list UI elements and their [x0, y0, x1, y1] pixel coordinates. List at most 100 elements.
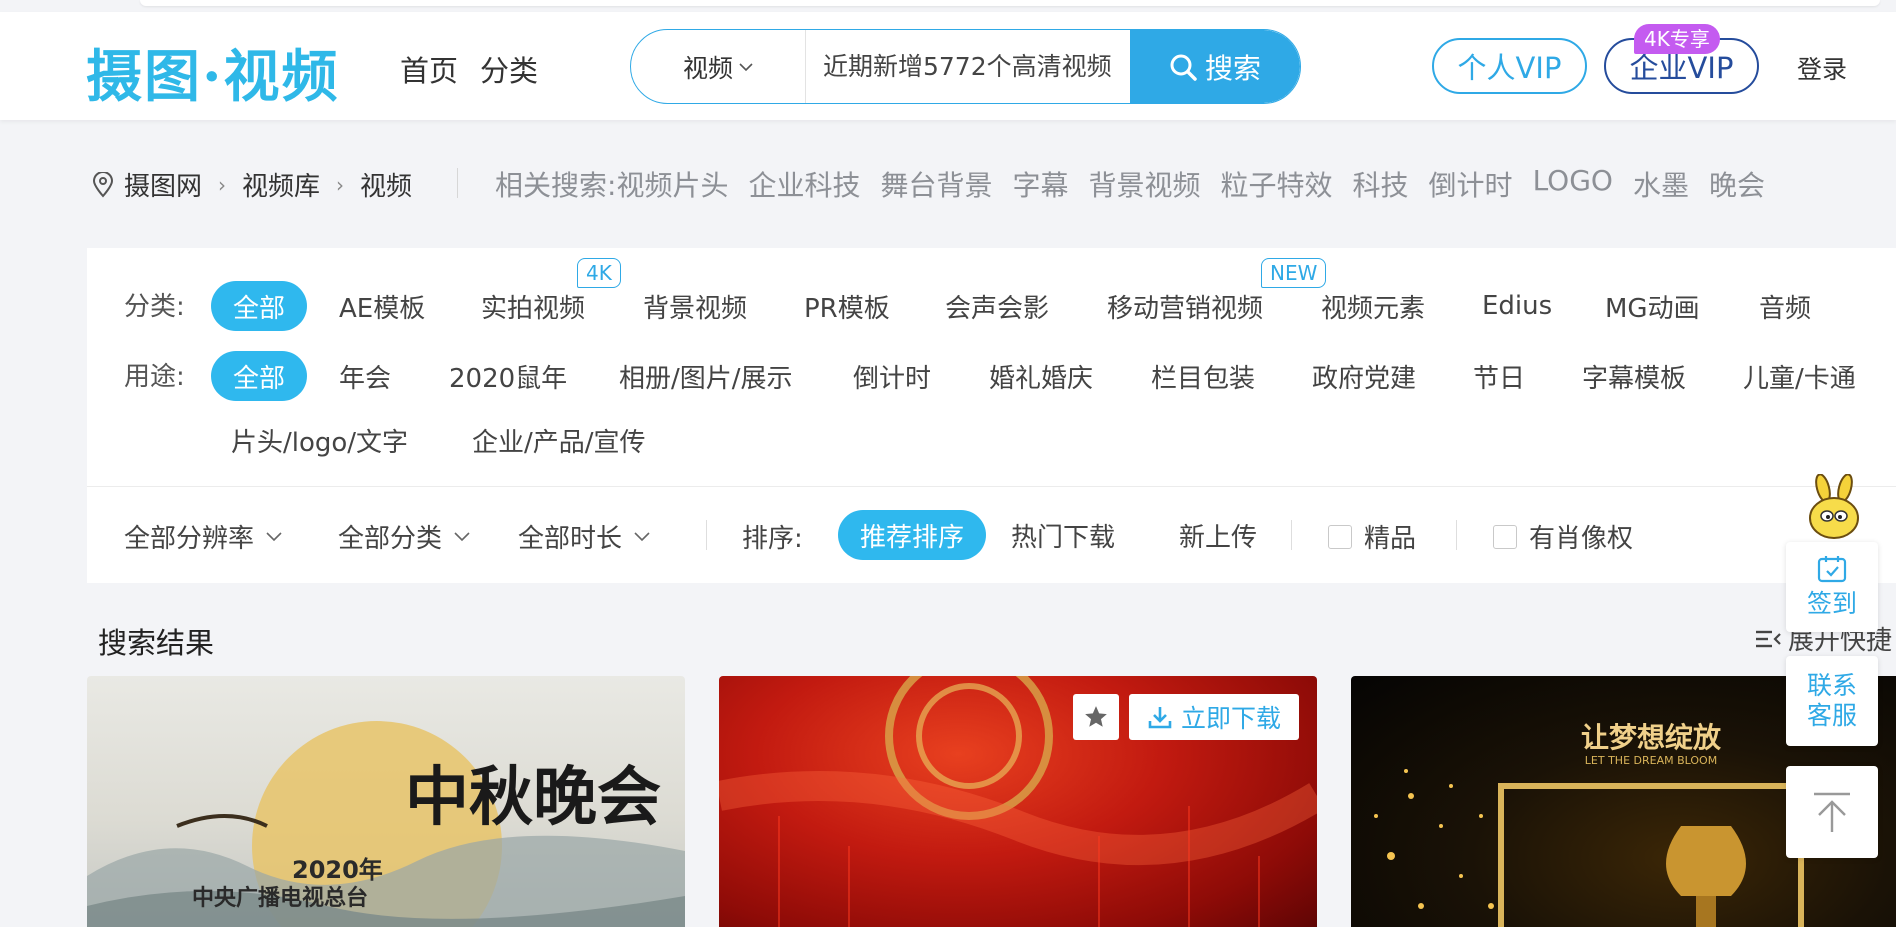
usage-program-package[interactable]: 栏目包装	[1151, 351, 1255, 401]
nav-category[interactable]: 分类	[480, 48, 538, 90]
usage-label: 用途:	[124, 362, 185, 392]
related-link[interactable]: 舞台背景	[880, 164, 992, 204]
checkin-label: 签到	[1806, 589, 1857, 618]
category-background-video[interactable]: 背景视频	[643, 281, 747, 331]
category-video-elements[interactable]: 视频元素	[1321, 281, 1425, 331]
results-title: 搜索结果	[98, 626, 215, 660]
filter-panel: 分类: 全部 AE模板 实拍视频 4K 背景视频 PR模板 会声会影 移动营销视…	[87, 248, 1896, 583]
breadcrumb-home[interactable]: 摄图网	[124, 166, 202, 203]
login-link[interactable]: 登录	[1797, 50, 1847, 86]
search-type-select[interactable]: 视频	[631, 30, 806, 103]
vip-4k-badge: 4K专享	[1634, 24, 1720, 54]
related-link[interactable]: 晚会	[1709, 164, 1765, 204]
search-input[interactable]	[807, 30, 1132, 103]
sort-label: 排序:	[742, 524, 803, 554]
related-link[interactable]: 水墨	[1633, 164, 1689, 204]
checkbox-box[interactable]	[1493, 524, 1517, 549]
nav-home[interactable]: 首页	[400, 48, 458, 90]
customer-service-label: 联系客服	[1806, 671, 1857, 730]
chevron-right-icon: ›	[218, 172, 227, 197]
divider	[1291, 520, 1292, 550]
related-link[interactable]: 科技	[1353, 164, 1409, 204]
premium-checkbox[interactable]: 精品	[1328, 518, 1416, 555]
video-card[interactable]: 立即下载	[719, 676, 1317, 927]
usage-countdown[interactable]: 倒计时	[853, 351, 931, 401]
breadcrumb: 摄图网 › 视频库 › 视频	[92, 166, 412, 203]
related-link[interactable]: LOGO	[1533, 164, 1613, 204]
calendar-icon	[1817, 556, 1847, 583]
related-label: 相关搜索:	[495, 169, 617, 202]
category-mg-animation[interactable]: MG动画	[1605, 281, 1700, 331]
category-edius[interactable]: Edius	[1482, 281, 1552, 331]
related-link[interactable]: 背景视频	[1089, 164, 1201, 204]
star-icon	[1085, 706, 1107, 727]
checkin-button[interactable]: 签到	[1786, 542, 1878, 632]
breadcrumb-divider	[457, 168, 458, 198]
usage-subtitle-template[interactable]: 字幕模板	[1582, 351, 1686, 401]
divider	[706, 520, 707, 550]
resolution-dropdown[interactable]: 全部分辨率	[124, 518, 282, 555]
site-logo[interactable]: 摄图·视频	[86, 32, 340, 113]
sort-recommended[interactable]: 推荐排序	[838, 510, 987, 560]
usage-kids-cartoon[interactable]: 儿童/卡通	[1743, 351, 1856, 401]
usage-all[interactable]: 全部	[211, 351, 308, 401]
related-link[interactable]: 粒子特效	[1221, 164, 1333, 204]
category-live-footage[interactable]: 实拍视频	[481, 281, 585, 331]
download-button[interactable]: 立即下载	[1129, 694, 1299, 740]
breadcrumb-video-library[interactable]: 视频库	[242, 166, 320, 203]
usage-enterprise-product[interactable]: 企业/产品/宣传	[472, 415, 646, 465]
card-caption-title: 让梦想绽放	[1580, 721, 1721, 754]
premium-checkbox-label: 精品	[1364, 524, 1417, 554]
favorite-button[interactable]	[1073, 694, 1119, 740]
tag-4k: 4K	[577, 258, 621, 288]
usage-festival[interactable]: 节日	[1473, 351, 1525, 401]
card-caption-org: 中央广播电视总台	[192, 886, 369, 911]
checkbox-box[interactable]	[1328, 524, 1352, 549]
personal-vip-button[interactable]: 个人VIP	[1432, 38, 1587, 94]
portrait-rights-checkbox[interactable]: 有肖像权	[1493, 518, 1633, 555]
category-corel-videostudio[interactable]: 会声会影	[945, 281, 1049, 331]
duration-dropdown-label: 全部时长	[518, 524, 623, 554]
resolution-dropdown-label: 全部分辨率	[124, 524, 255, 554]
search-button[interactable]: 搜索	[1130, 30, 1300, 103]
chevron-down-icon	[266, 531, 282, 541]
list-icon	[1756, 630, 1781, 647]
category-label: 分类:	[124, 292, 185, 322]
type-dropdown-label: 全部分类	[338, 524, 443, 554]
usage-opening-logo-text[interactable]: 片头/logo/文字	[231, 415, 408, 465]
category-audio[interactable]: 音频	[1759, 281, 1811, 331]
chevron-down-icon	[634, 531, 650, 541]
chevron-right-icon: ›	[336, 172, 345, 197]
top-edge-bar	[140, 0, 1880, 6]
category-pr-template[interactable]: PR模板	[804, 281, 890, 331]
category-mobile-marketing[interactable]: 移动营销视频	[1107, 281, 1263, 331]
sort-popular[interactable]: 热门下载	[1011, 510, 1115, 560]
location-pin-icon	[92, 171, 114, 197]
back-to-top-button[interactable]	[1786, 766, 1878, 858]
usage-government[interactable]: 政府党建	[1312, 351, 1416, 401]
video-card[interactable]: 中秋晚会 2020年 中央广播电视总台	[87, 676, 685, 927]
category-ae-template[interactable]: AE模板	[339, 281, 425, 331]
related-link[interactable]: 视频片头	[616, 164, 728, 204]
chevron-down-icon	[454, 531, 470, 541]
customer-service-button[interactable]: 联系客服	[1786, 656, 1878, 746]
usage-2020-rat-year[interactable]: 2020鼠年	[449, 351, 567, 401]
sort-newest[interactable]: 新上传	[1179, 510, 1257, 560]
tag-new: NEW	[1261, 258, 1327, 288]
breadcrumb-current[interactable]: 视频	[360, 166, 412, 203]
duration-dropdown[interactable]: 全部时长	[518, 518, 650, 555]
divider	[1456, 520, 1457, 550]
category-all[interactable]: 全部	[211, 281, 308, 331]
type-dropdown[interactable]: 全部分类	[338, 518, 470, 555]
related-link[interactable]: 企业科技	[748, 164, 860, 204]
usage-wedding[interactable]: 婚礼婚庆	[989, 351, 1093, 401]
mascot-icon[interactable]	[1803, 474, 1865, 542]
search-button-label: 搜索	[1204, 51, 1261, 85]
related-link[interactable]: 字幕	[1012, 164, 1068, 204]
chevron-down-icon	[739, 62, 753, 71]
related-link[interactable]: 倒计时	[1429, 164, 1513, 204]
card-caption-subtitle: LET THE DREAM BLOOM	[1584, 754, 1718, 767]
usage-album[interactable]: 相册/图片/展示	[619, 351, 793, 401]
usage-annual-meeting[interactable]: 年会	[339, 351, 391, 401]
card-caption-title: 中秋晚会	[405, 760, 661, 835]
